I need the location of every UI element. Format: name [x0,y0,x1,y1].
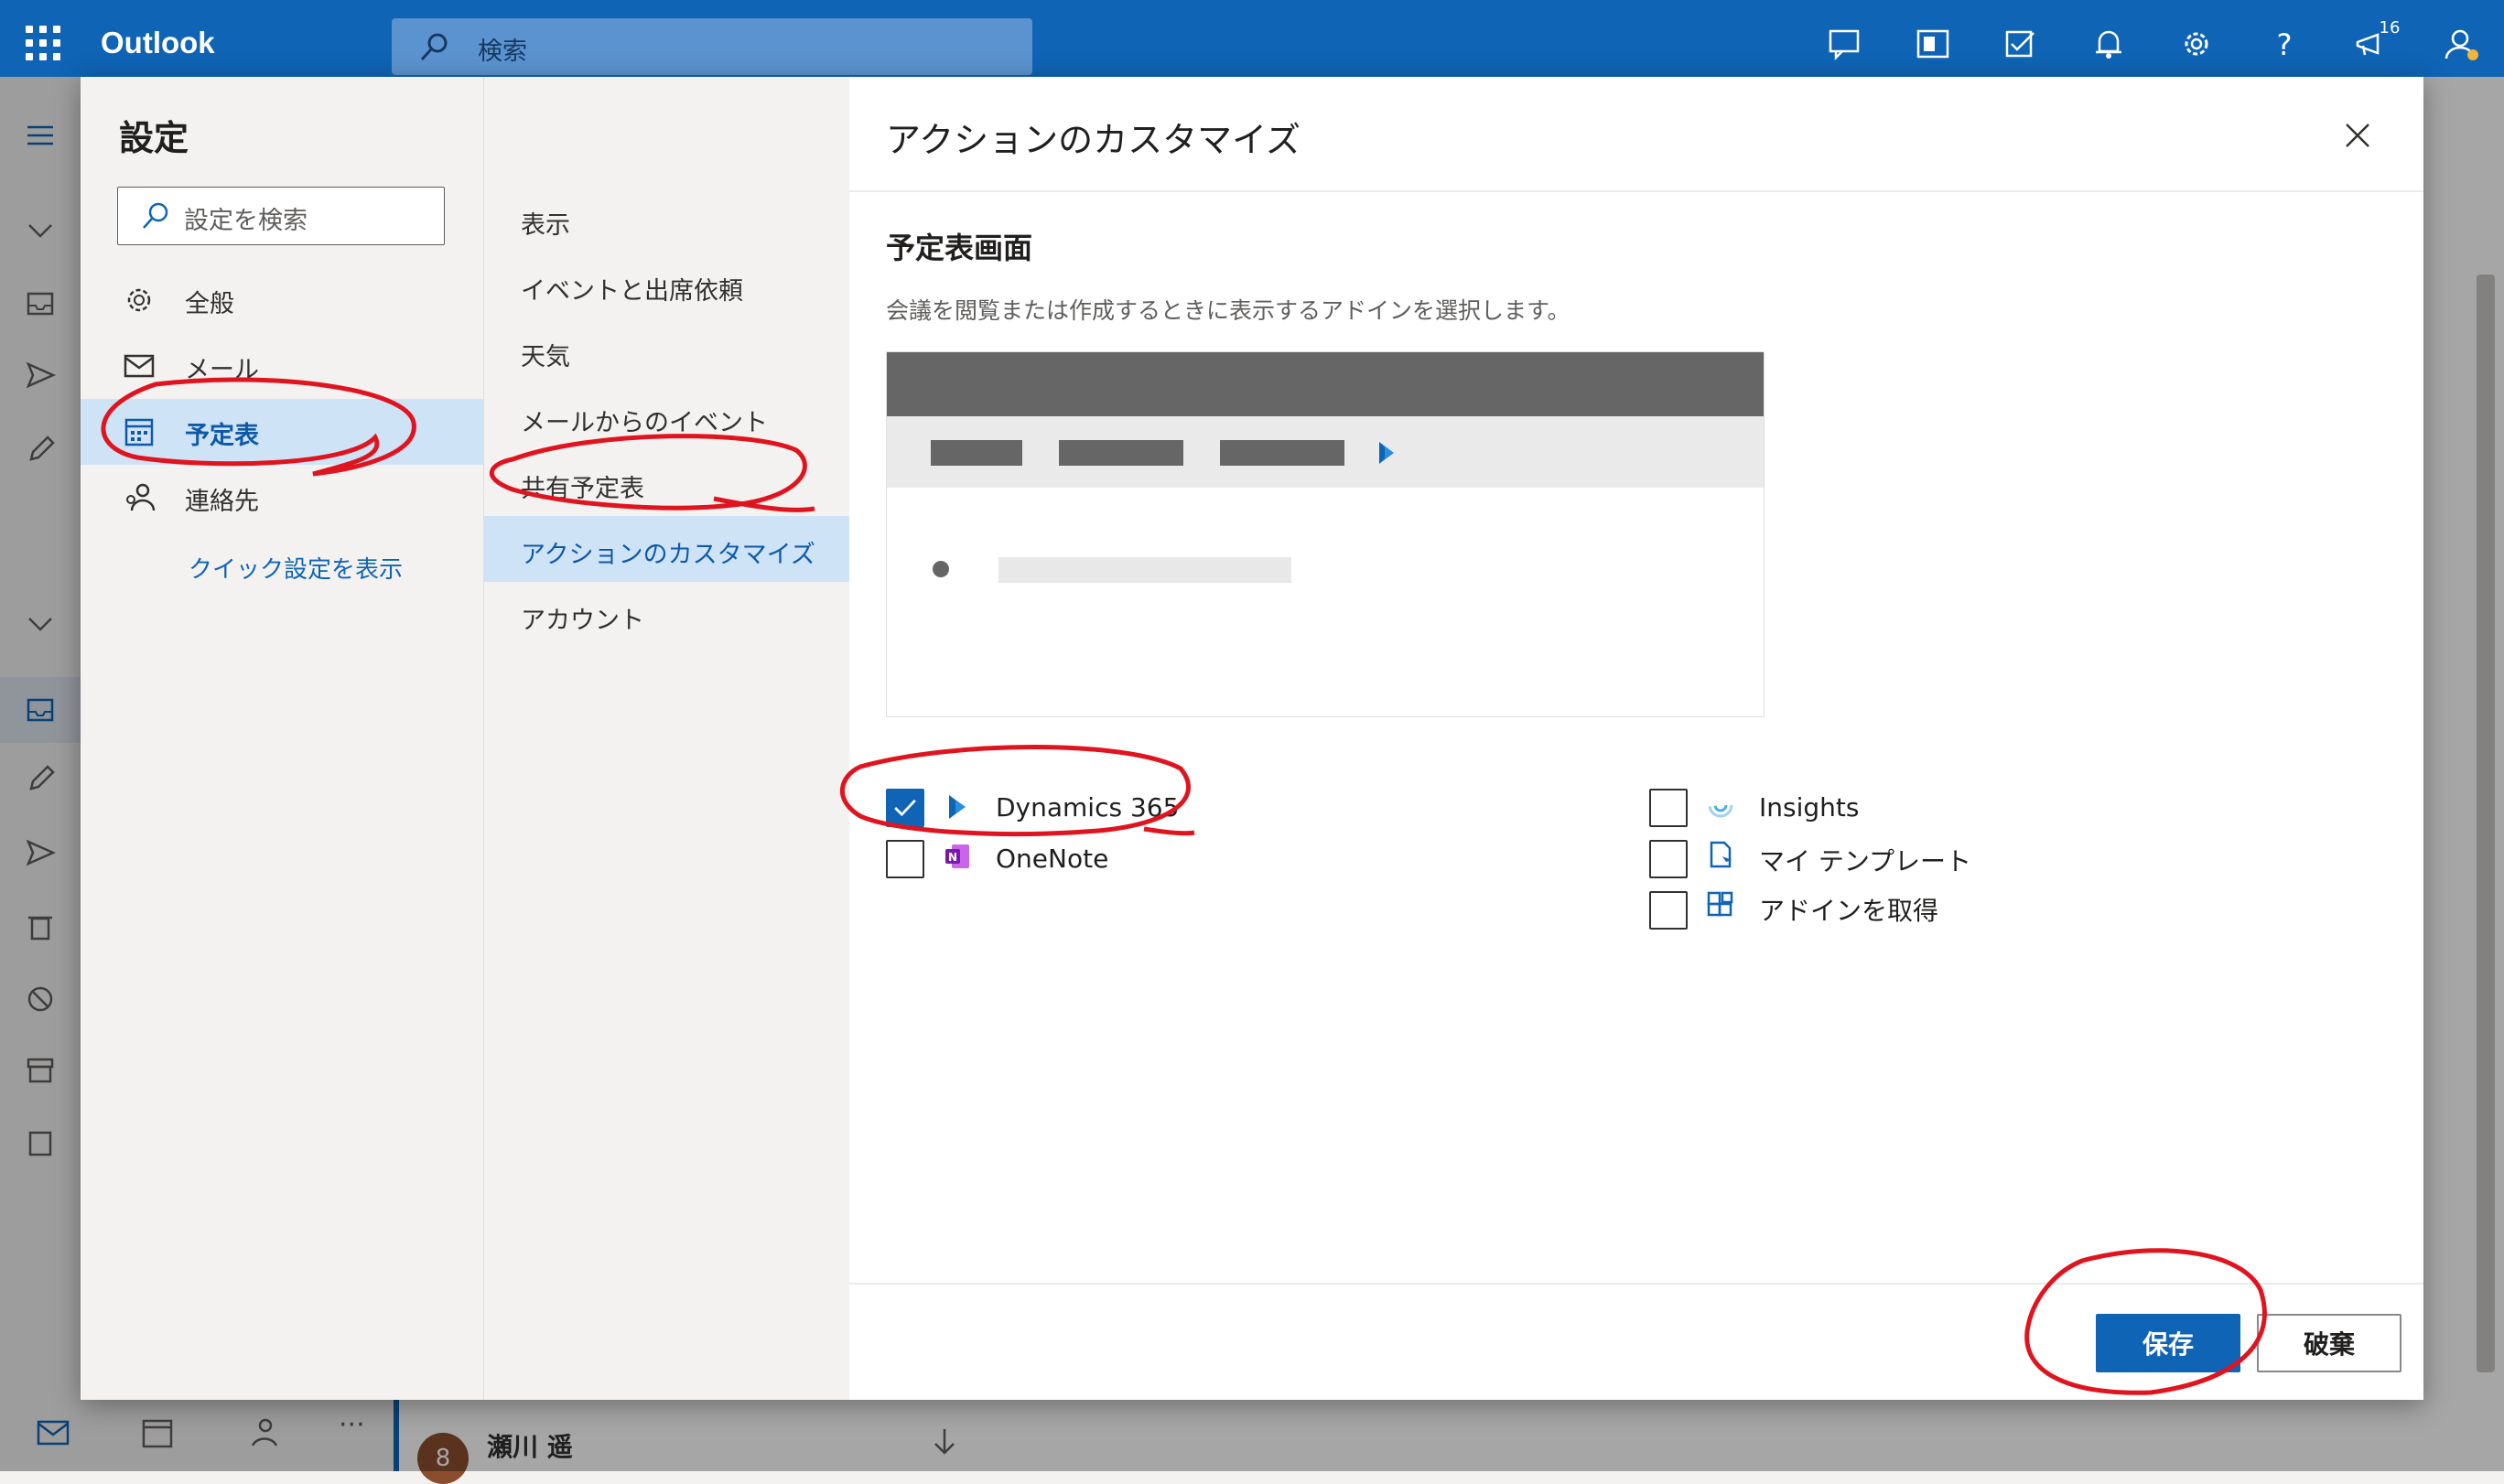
template-icon [1710,841,1732,868]
addin-label-get-addins[interactable]: アドインを取得 [1759,891,1938,928]
settings-subcategory-nav: 表示イベントと出席依頼 天気メールからのイベント 共有予定表アクションのカスタマイズ… [483,77,850,1400]
preview-text-placeholder [998,557,1291,583]
onenote-icon: N [945,844,969,868]
top-bar: Outlook 検索 ? 16 [0,0,2504,77]
office-icon[interactable] [1915,27,1951,60]
settings-category-mail[interactable]: メール [81,333,483,399]
chat-icon[interactable] [1827,27,1863,61]
mail-icon [124,354,155,378]
settings-title: 設定 [119,118,189,158]
dynamics-365-checkbox[interactable] [886,789,924,827]
settings-category-people[interactable]: 連絡先 [81,465,483,531]
dynamics-icon [1379,442,1394,464]
settings-subcategory-item[interactable]: 天気 [484,318,850,384]
onenote-checkbox[interactable] [886,840,924,878]
preview-bullet [933,561,949,577]
close-button[interactable] [2339,117,2376,154]
bell-icon[interactable] [2090,27,2127,60]
settings-subcategory-label: メールからのイベント [521,409,768,437]
settings-category-label: 連絡先 [185,488,259,516]
app-title[interactable]: Outlook [101,26,215,60]
calendar-icon [124,418,154,446]
settings-subcategory-item[interactable]: 共有予定表 [484,450,850,516]
svg-text:?: ? [2277,27,2293,60]
people-icon [126,483,156,511]
settings-subcategory-item[interactable]: アクションのカスタマイズ [484,516,850,582]
divider [849,1283,2423,1285]
svg-text:N: N [948,851,957,864]
settings-dialog: 設定 設定を検索 全般 メール 予定表 連絡先 クイック設定を表示 表示イベント… [81,77,2423,1400]
settings-subcategory-label: 表示 [521,211,570,240]
search-input[interactable]: 検索 [392,18,1032,75]
save-button[interactable]: 保存 [2096,1314,2240,1372]
notification-badge: 16 [2379,18,2401,38]
quick-settings-link[interactable]: クイック設定を表示 [189,551,403,585]
account-icon[interactable] [2442,27,2478,60]
settings-search-input[interactable]: 設定を検索 [117,187,445,245]
settings-subcategory-label: イベントと出席依頼 [521,277,743,306]
discard-button[interactable]: 破棄 [2257,1314,2401,1372]
settings-subcategory-item[interactable]: イベントと出席依頼 [484,253,850,318]
settings-subcategory-item[interactable]: アカウント [484,582,850,648]
preview-header [887,352,1764,416]
get-addins-checkbox[interactable] [1649,891,1688,930]
settings-subcategory-label: 天気 [521,343,570,371]
calendar-surface-preview [886,351,1765,717]
insights-checkbox[interactable] [1649,789,1688,827]
addins-grid-icon [1707,891,1733,917]
settings-subcategory-item[interactable]: メールからのイベント [484,384,850,450]
settings-subcategory-label: 共有予定表 [521,475,644,503]
search-icon [143,202,168,229]
insights-icon [1708,792,1733,818]
addin-label-insights[interactable]: Insights [1759,792,1859,823]
section-title: 予定表画面 [886,231,1033,265]
search-placeholder: 検索 [478,38,527,66]
settings-subcategory-label: アクションのカスタマイズ [521,541,815,569]
settings-content-pane: アクションのカスタマイズ 予定表画面 会議を閲覧または作成するときに表示するアド… [849,77,2423,1400]
checkmark-icon [894,799,916,817]
addin-label-dynamics-365[interactable]: Dynamics 365 [996,792,1179,823]
my-templates-checkbox[interactable] [1649,840,1688,878]
preview-action-block [931,440,1022,466]
help-icon[interactable]: ? [2266,27,2303,62]
dynamics-icon [949,795,966,819]
settings-category-label: メール [185,356,259,384]
addin-label-onenote[interactable]: OneNote [996,844,1108,874]
preview-action-bar [887,416,1764,488]
close-icon [2346,124,2369,147]
content-title: アクションのカスタマイズ [886,120,1301,160]
settings-category-general[interactable]: 全般 [81,267,483,333]
divider [849,190,2423,192]
settings-category-calendar[interactable]: 予定表 [81,399,483,465]
gear-icon[interactable] [2178,27,2215,60]
search-icon [420,33,448,61]
preview-action-block [1059,440,1183,466]
addin-label-my-templates[interactable]: マイ テンプレート [1759,842,1971,878]
gear-icon [127,288,151,312]
settings-search-placeholder: 設定を検索 [184,207,308,235]
settings-category-nav: 設定 設定を検索 全般 メール 予定表 連絡先 クイック設定を表示 [81,77,483,1400]
app-launcher-icon[interactable] [26,26,62,62]
tasks-icon[interactable] [2002,27,2039,60]
settings-subcategory-item[interactable]: 表示 [484,187,850,253]
section-description: 会議を閲覧または作成するときに表示するアドインを選択します。 [886,297,1570,324]
settings-category-label: 全般 [185,290,234,318]
settings-subcategory-label: アカウント [521,607,644,635]
preview-action-block [1220,440,1344,466]
settings-category-label: 予定表 [185,422,259,450]
